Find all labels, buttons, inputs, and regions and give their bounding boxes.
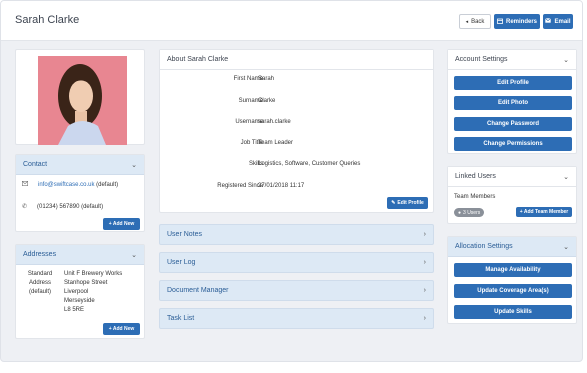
addresses-title: Addresses	[23, 251, 57, 258]
calendar-icon	[497, 18, 503, 26]
chevron-right-icon: ›	[423, 259, 426, 266]
add-team-member-button[interactable]: + Add Team Member	[516, 207, 572, 217]
allocation-settings-panel: Allocation Settings ⌄ Manage Availabilit…	[447, 236, 577, 324]
address-type-line: (default)	[28, 289, 51, 295]
email-row: info@swiftcase.co.uk (default)	[22, 181, 118, 188]
about-title: About Sarah Clarke	[167, 56, 229, 63]
addresses-panel: Addresses ⌄ Standard Address (default) U…	[15, 244, 145, 339]
change-permissions-button[interactable]: Change Permissions	[454, 137, 572, 151]
edit-profile-button[interactable]: Edit Profile	[454, 76, 572, 90]
section-user-log[interactable]: User Log ›	[159, 252, 434, 273]
info-value: sarah.clarke	[258, 119, 291, 125]
update-skills-button[interactable]: Update Skills	[454, 305, 572, 319]
contact-panel-header[interactable]: Contact ⌄	[16, 155, 144, 175]
address-type-line: Standard	[27, 271, 53, 277]
addresses-panel-header[interactable]: Addresses ⌄	[16, 245, 144, 265]
phone-row: ✆ (01234) 567890 (default)	[22, 203, 104, 211]
address-lines: Unit F Brewery Works Stanhope Street Liv…	[64, 270, 122, 315]
address-line: Unit F Brewery Works	[64, 271, 123, 277]
about-edit-profile-button[interactable]: ✎ Edit Profile	[387, 197, 428, 209]
app-window: Sarah Clarke ◂ Back Reminders Email Cont…	[0, 0, 583, 362]
contact-title: Contact	[23, 161, 48, 168]
account-settings-header[interactable]: Account Settings ⌄	[448, 50, 576, 70]
info-row-first-name: First Name Sarah	[160, 76, 433, 90]
email-label: Email	[554, 18, 571, 25]
section-label: User Log	[167, 259, 196, 266]
info-row-registered-since: Registered Since 27/01/2018 11:17	[160, 183, 433, 197]
info-value: Logistics, Software, Customer Queries	[258, 161, 361, 167]
allocation-settings-title: Allocation Settings	[455, 243, 513, 250]
info-value: 27/01/2018 11:17	[258, 183, 305, 189]
section-label: Document Manager	[167, 287, 229, 294]
phone-icon: ✆	[22, 204, 28, 210]
about-panel: About Sarah Clarke First Name Sarah Surn…	[159, 49, 434, 213]
profile-photo	[38, 56, 127, 145]
info-value: Clarke	[258, 98, 276, 104]
reminders-label: Reminders	[505, 18, 537, 25]
contact-email-link[interactable]: info@swiftcase.co.uk	[38, 182, 94, 188]
info-value: Sarah	[258, 76, 275, 82]
chevron-down-icon: ⌄	[563, 56, 569, 64]
about-panel-header: About Sarah Clarke	[160, 50, 433, 70]
linked-users-panel: Linked Users ⌄ Team Members ● 3 Users + …	[447, 166, 577, 224]
section-document-manager[interactable]: Document Manager ›	[159, 280, 434, 301]
contact-add-new-button[interactable]: + Add New	[103, 218, 140, 230]
address-line: Liverpool	[64, 289, 89, 295]
info-row-username: Username sarah.clarke	[160, 119, 433, 133]
info-row-job-title: Job Title Team Leader	[160, 140, 433, 154]
chevron-down-icon: ⌄	[131, 161, 137, 169]
chevron-right-icon: ›	[423, 287, 426, 294]
section-user-notes[interactable]: User Notes ›	[159, 224, 434, 245]
linked-users-title: Linked Users	[455, 173, 496, 180]
page-title: Sarah Clarke	[15, 14, 80, 26]
chevron-left-icon: ◂	[465, 18, 469, 25]
manage-availability-button[interactable]: Manage Availability	[454, 263, 572, 277]
chevron-down-icon: ⌄	[563, 243, 569, 251]
contact-panel: Contact ⌄ info@swiftcase.co.uk (default)…	[15, 154, 145, 232]
team-members-label: Team Members	[454, 194, 496, 200]
change-password-button[interactable]: Change Password	[454, 117, 572, 131]
page-header: Sarah Clarke ◂ Back Reminders Email	[1, 1, 582, 41]
info-value: Team Leader	[258, 140, 294, 146]
address-line: L8 5RE	[64, 307, 85, 313]
info-row-skills: Skills Logistics, Software, Customer Que…	[160, 161, 433, 175]
edit-profile-label: Edit Profile	[397, 200, 424, 206]
chevron-down-icon: ⌄	[563, 173, 569, 181]
email-button[interactable]: Email	[543, 14, 573, 29]
reminders-button[interactable]: Reminders	[494, 14, 540, 29]
address-type-line: Address	[28, 280, 51, 286]
section-label: User Notes	[167, 231, 203, 238]
chevron-right-icon: ›	[423, 315, 426, 322]
envelope-icon	[545, 18, 552, 25]
back-button[interactable]: ◂ Back	[459, 14, 491, 29]
address-add-new-button[interactable]: + Add New	[103, 323, 140, 335]
users-count-label: 3 Users	[463, 209, 481, 216]
edit-icon: ✎	[391, 200, 396, 206]
contact-email-suffix: (default)	[96, 181, 119, 188]
address-line: Merseyside	[64, 298, 95, 304]
info-row-surname: Surname Clarke	[160, 98, 433, 112]
contact-phone: (01234) 567890 (default)	[37, 203, 104, 210]
envelope-icon	[22, 181, 29, 188]
section-task-list[interactable]: Task List ›	[159, 308, 434, 329]
user-icon: ●	[458, 209, 462, 216]
update-coverage-button[interactable]: Update Coverage Area(s)	[454, 284, 572, 298]
section-label: Task List	[167, 315, 195, 322]
back-label: Back	[471, 18, 485, 25]
account-settings-panel: Account Settings ⌄ Edit Profile Edit Pho…	[447, 49, 577, 154]
chevron-right-icon: ›	[423, 231, 426, 238]
edit-photo-button[interactable]: Edit Photo	[454, 96, 572, 110]
address-type-label: Standard Address (default)	[24, 270, 56, 297]
info-label: Registered Since	[217, 183, 263, 189]
profile-photo-card	[15, 49, 145, 145]
account-settings-title: Account Settings	[455, 56, 508, 63]
users-count-badge[interactable]: ● 3 Users	[454, 208, 485, 217]
linked-users-header[interactable]: Linked Users ⌄	[448, 167, 576, 187]
address-line: Stanhope Street	[64, 280, 108, 286]
chevron-down-icon: ⌄	[131, 251, 137, 259]
allocation-settings-header[interactable]: Allocation Settings ⌄	[448, 237, 576, 257]
